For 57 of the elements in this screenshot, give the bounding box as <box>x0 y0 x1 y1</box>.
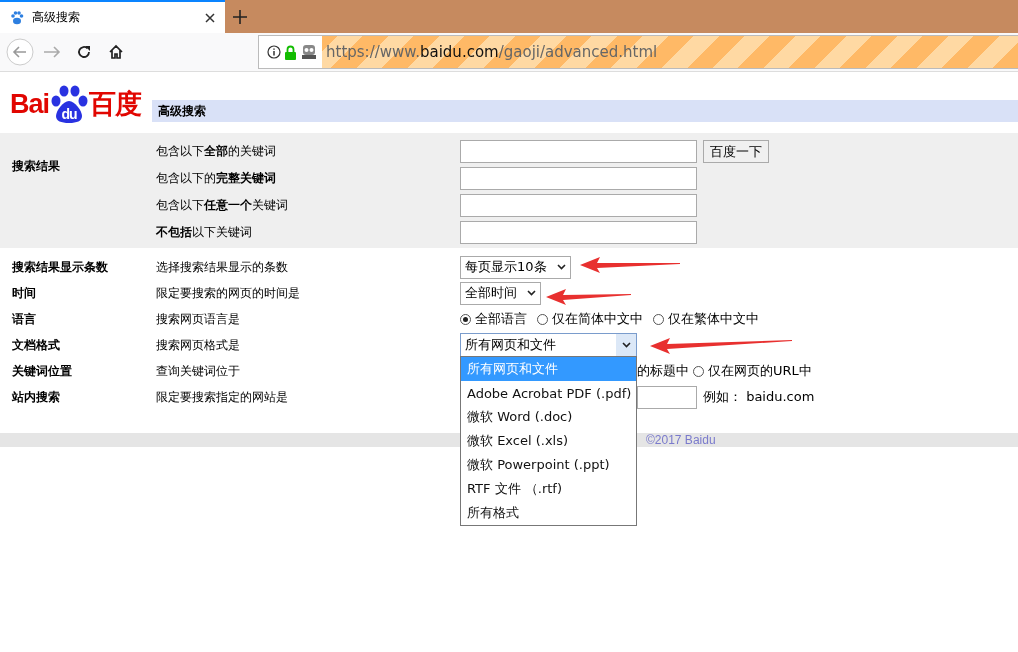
site-field[interactable] <box>637 385 697 409</box>
mask-icon[interactable] <box>300 44 318 60</box>
radio-button[interactable] <box>460 313 471 325</box>
row-description: 查询关键词位于 <box>156 362 241 380</box>
chevron-icon <box>556 264 566 270</box>
radio-button[interactable] <box>653 313 664 325</box>
row-label: 搜索结果显示条数 <box>12 258 109 276</box>
dropdown-option[interactable]: 微软 Excel (.xls) <box>461 429 636 453</box>
row-label: 文档格式 <box>12 336 61 354</box>
row-label: 语言 <box>12 310 37 328</box>
baidu-logo[interactable]: Bai du 百度 <box>10 84 150 124</box>
radio-button[interactable] <box>537 313 548 325</box>
row-label: 搜索结果 <box>12 158 61 175</box>
row-description: 搜索网页格式是 <box>156 336 241 354</box>
example-hint: 例如： baidu.com <box>703 388 815 406</box>
dropdown-option[interactable]: 所有格式 <box>461 501 636 525</box>
address-bar[interactable]: https://www.baidu.com/gaoji/advanced.html <box>258 35 1018 69</box>
dropdown-option[interactable]: 微软 Word (.doc) <box>461 405 636 429</box>
dropdown[interactable]: 每页显示10条 <box>460 255 571 279</box>
row-label: 关键词位置 <box>12 362 73 380</box>
dropdown-option[interactable]: RTF 文件 （.rtf) <box>461 477 636 501</box>
tab-title: 高级搜索 <box>32 9 81 26</box>
dropdown-option[interactable]: 微软 Powerpoint (.ppt) <box>461 453 636 477</box>
row-description: 不包括以下关键词 <box>156 224 253 241</box>
chevron-icon <box>621 342 631 348</box>
page-title: 高级搜索 <box>152 100 1018 122</box>
url-text: https://www.baidu.com/gaoji/advanced.html <box>326 43 658 61</box>
close-icon[interactable] <box>205 12 215 23</box>
row-description: 包含以下的完整关键词 <box>156 170 277 187</box>
paw-icon <box>10 10 24 25</box>
row-label: 时间 <box>12 284 37 302</box>
row-description: 包含以下全部的关键词 <box>156 143 277 160</box>
reload-icon[interactable] <box>76 44 92 60</box>
keyword-field[interactable] <box>460 194 697 217</box>
row-description: 限定要搜索指定的网站是 <box>156 388 289 406</box>
option-label: 的标题中 <box>637 362 689 380</box>
copyright: ©2017 Baidu <box>646 433 716 447</box>
dropdown[interactable]: 所有网页和文件 <box>460 333 637 357</box>
info-icon[interactable] <box>267 45 281 59</box>
dropdown-option[interactable]: Adobe Acrobat PDF (.pdf) <box>461 381 636 405</box>
dropdown[interactable]: 全部时间 <box>460 281 541 305</box>
row-description: 搜索网页语言是 <box>156 310 241 328</box>
row-description: 选择搜索结果显示的条数 <box>156 258 289 276</box>
plus-icon[interactable] <box>233 9 247 24</box>
keyword-field[interactable] <box>460 140 697 163</box>
keyword-field[interactable] <box>460 167 697 190</box>
home-icon[interactable] <box>108 44 124 60</box>
row-label: 站内搜索 <box>12 388 61 406</box>
keyword-field[interactable] <box>460 221 697 244</box>
radio-button[interactable] <box>693 365 704 377</box>
browser-tab[interactable]: 高级搜索 <box>0 0 225 33</box>
row-description: 包含以下任意一个关键词 <box>156 197 289 214</box>
chevron-icon <box>527 290 536 296</box>
row-description: 限定要搜索的网页的时间是 <box>156 284 301 302</box>
search-button[interactable]: 百度一下 <box>703 140 769 163</box>
option-label: 全部语言 <box>475 310 527 328</box>
radio-option[interactable]: 全部语言 <box>460 310 527 328</box>
